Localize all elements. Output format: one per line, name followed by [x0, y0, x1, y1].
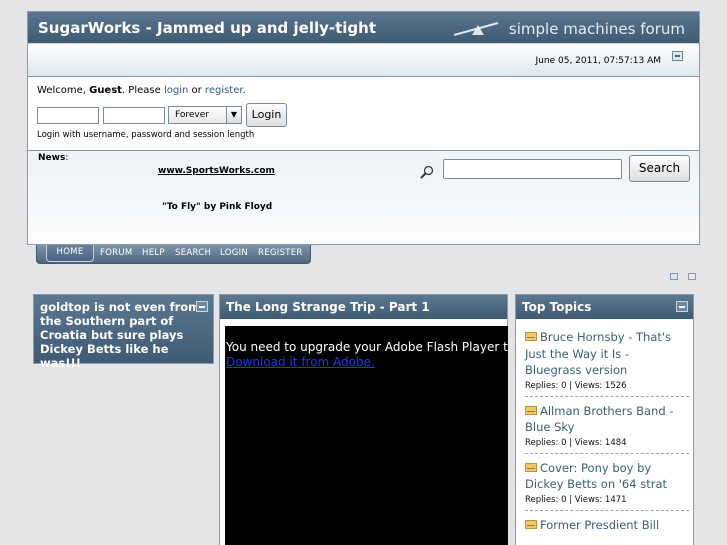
center-panel: The Long Strange Trip - Part 1 You need … [219, 294, 508, 545]
news-label: News: [38, 153, 68, 163]
nav-help[interactable]: HELP [142, 248, 165, 258]
guest-name: Guest [89, 85, 122, 96]
login-link[interactable]: login [164, 85, 188, 96]
topic-stats: Replies: 0 | Views: 1484 [525, 437, 627, 448]
collapse-top-topics-icon[interactable] [676, 301, 688, 312]
topic-link[interactable]: Bruce Hornsby - That's Just the Way it I… [525, 329, 689, 379]
forum-header: SugarWorks - Jammed up and jelly-tight s… [27, 11, 700, 76]
welcome-period: . [242, 85, 246, 96]
login-button[interactable]: Login [246, 103, 287, 127]
nav-search[interactable]: SEARCH [175, 248, 211, 258]
shrink-right-icon[interactable] [688, 273, 696, 280]
news-link[interactable]: www.SportsWorks.com [158, 166, 275, 176]
topic-folder-icon [525, 405, 537, 415]
smf-brand-logo: simple machines forum [508, 20, 685, 38]
current-datetime: June 05, 2011, 07:57:13 AM [535, 56, 661, 66]
topic-folder-icon [525, 519, 537, 529]
left-panel: goldtop is not even from the Southern pa… [33, 294, 214, 370]
news-label-text: News [38, 153, 66, 163]
center-panel-header: The Long Strange Trip - Part 1 [220, 295, 507, 319]
nav-register[interactable]: REGISTER [258, 248, 303, 258]
topic-link[interactable]: Allman Brothers Band - Blue Sky [525, 403, 689, 436]
collapse-header-icon[interactable] [672, 51, 683, 61]
nav-login[interactable]: LOGIN [220, 248, 248, 258]
login-box: Welcome, Guest. Please login or register… [27, 76, 700, 151]
password-input[interactable] [103, 107, 165, 124]
topic-title[interactable]: Allman Brothers Band - Blue Sky [525, 404, 673, 435]
topic-stats [525, 533, 689, 535]
center-panel-title: The Long Strange Trip - Part 1 [226, 300, 430, 314]
flash-upgrade-message: You need to upgrade your Adobe Flash Pla… [226, 340, 508, 354]
welcome-please: . Please [121, 85, 164, 96]
nav-forum[interactable]: FORUM [100, 248, 133, 258]
welcome-message: Welcome, Guest. Please login or register… [37, 85, 246, 96]
topic-item: Allman Brothers Band - Blue Sky Replies:… [525, 403, 689, 454]
left-panel-header: goldtop is not even from the Southern pa… [34, 295, 213, 370]
topic-title[interactable]: Bruce Hornsby - That's Just the Way it I… [525, 330, 671, 377]
username-input[interactable] [37, 107, 99, 124]
collapse-left-panel-icon[interactable] [196, 301, 208, 312]
date-bar: June 05, 2011, 07:57:13 AM [28, 43, 699, 76]
dropdown-arrow-icon[interactable]: ▼ [226, 107, 241, 123]
seesaw-logo-icon [453, 22, 499, 36]
topic-title[interactable]: Former Presdient Bill [540, 518, 659, 532]
topic-item: Former Presdient Bill [525, 517, 689, 541]
topic-link[interactable]: Former Presdient Bill [525, 517, 689, 534]
title-bar: SugarWorks - Jammed up and jelly-tight s… [28, 12, 699, 43]
topic-folder-icon [525, 332, 537, 341]
register-link[interactable]: register [205, 85, 243, 96]
topic-folder-icon [525, 462, 537, 472]
news-box: News: www.SportsWorks.com "To Fly" by Pi… [27, 151, 700, 245]
welcome-prefix: Welcome, [37, 85, 90, 96]
login-hint: Login with username, password and sessio… [37, 130, 255, 140]
topic-item: Cover: Pony boy by Dickey Betts on '64 s… [525, 460, 689, 511]
magnifier-icon [420, 165, 434, 179]
news-label-colon: : [65, 153, 69, 163]
topic-stats: Replies: 0 | Views: 1471 [525, 494, 627, 505]
welcome-or: or [188, 85, 205, 96]
topic-list: Bruce Hornsby - That's Just the Way it I… [525, 329, 689, 545]
session-length-select[interactable]: Forever ▼ [168, 106, 242, 124]
nav-home[interactable]: HOME [46, 245, 94, 262]
left-panel-title: goldtop is not even from the Southern pa… [40, 300, 201, 370]
top-topics-title: Top Topics [522, 300, 592, 314]
download-flash-link[interactable]: Download it from Adobe. [226, 355, 375, 369]
session-length-value: Forever [175, 110, 209, 120]
top-topics-panel: Top Topics Bruce Hornsby - That's Just t… [515, 294, 694, 545]
news-song: "To Fly" by Pink Floyd [162, 202, 273, 212]
site-title[interactable]: SugarWorks - Jammed up and jelly-tight [38, 19, 376, 37]
topic-link[interactable]: Cover: Pony boy by Dickey Betts on '64 s… [525, 460, 689, 493]
top-topics-header: Top Topics [516, 295, 693, 319]
main-nav: HOME FORUM HELP SEARCH LOGIN REGISTER [36, 245, 311, 264]
shrink-left-icon[interactable] [670, 273, 678, 280]
search-button[interactable]: Search [629, 155, 690, 182]
topic-title[interactable]: Cover: Pony boy by Dickey Betts on '64 s… [525, 461, 667, 492]
topic-stats: Replies: 0 | Views: 1526 [525, 380, 627, 391]
search-input[interactable] [443, 159, 622, 179]
topic-item: Bruce Hornsby - That's Just the Way it I… [525, 329, 689, 397]
flash-video-placeholder: You need to upgrade your Adobe Flash Pla… [225, 326, 508, 545]
